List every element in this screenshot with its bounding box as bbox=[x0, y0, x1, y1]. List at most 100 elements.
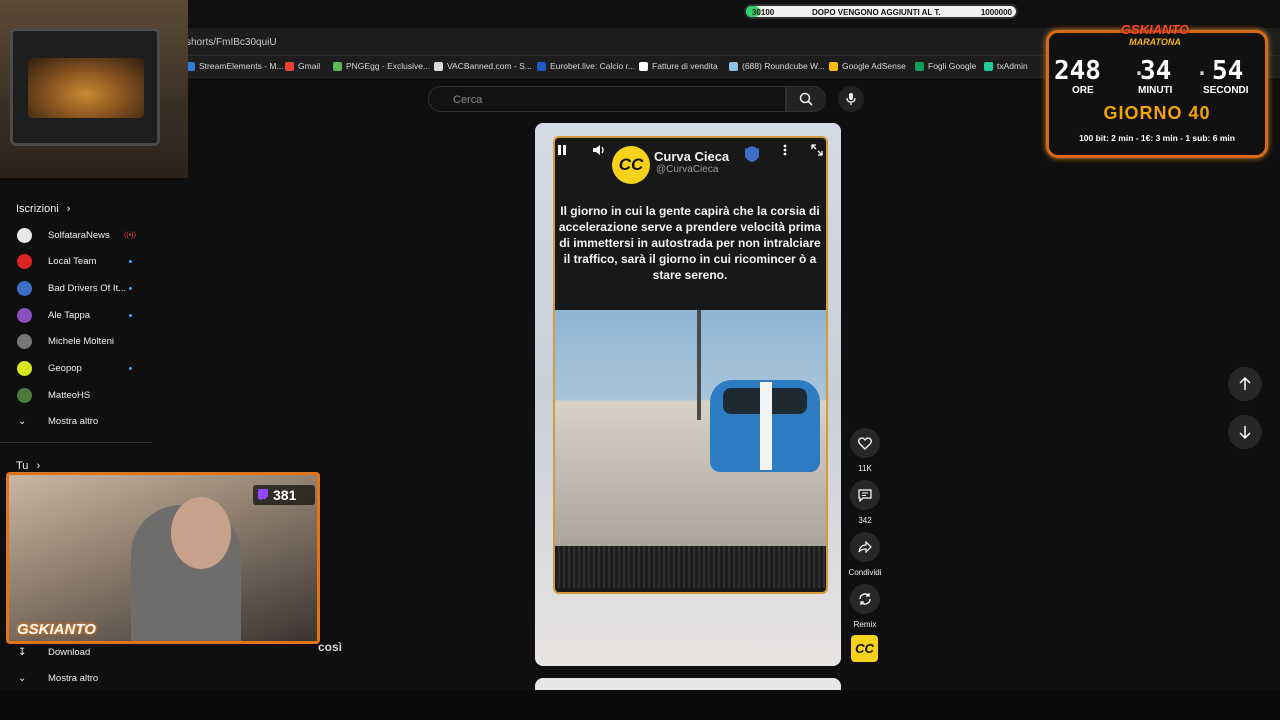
comment-icon bbox=[858, 488, 872, 502]
more-options-button[interactable] bbox=[774, 139, 796, 161]
goal-start: 30100 bbox=[752, 8, 775, 17]
bookmark-label: Fatture di vendita bbox=[652, 61, 718, 71]
viewer-count-badge: 381 bbox=[253, 485, 315, 505]
new-content-dot bbox=[129, 260, 132, 264]
volume-button[interactable] bbox=[588, 139, 610, 161]
bookmark-favicon-icon bbox=[829, 61, 838, 71]
bookmark-item[interactable]: StreamElements - M... bbox=[186, 61, 284, 71]
sidebar-item-subscription[interactable]: Local Team bbox=[0, 249, 150, 275]
expand-icon bbox=[811, 144, 823, 156]
sidebar-item-subscription[interactable]: Geopop bbox=[0, 356, 150, 382]
timer-seconds: 54 bbox=[1212, 56, 1244, 86]
remix-button[interactable] bbox=[850, 584, 880, 614]
bookmark-item[interactable]: Eurobet.live: Calcio r... bbox=[537, 61, 635, 71]
oven-window bbox=[28, 58, 144, 118]
remix-action[interactable]: Remix bbox=[849, 584, 881, 629]
bookmark-item[interactable]: (688) Roundcube W... bbox=[729, 61, 825, 71]
subscriptions-header-label: Iscrizioni bbox=[16, 203, 59, 215]
car-stripe bbox=[760, 382, 772, 470]
browser-top-bar bbox=[0, 0, 1280, 28]
channel-logo[interactable]: CC bbox=[612, 146, 650, 184]
channel-avatar-button[interactable]: CC bbox=[851, 635, 878, 662]
comment-action[interactable]: 342 bbox=[849, 480, 881, 525]
short-caption: Il giorno in cui la gente capirà che la … bbox=[558, 204, 822, 282]
voice-search-button[interactable] bbox=[838, 86, 864, 112]
channel-label: Ale Tappa bbox=[48, 309, 91, 321]
search-input[interactable]: Cerca bbox=[428, 86, 786, 112]
bookmark-item[interactable]: Gmail bbox=[285, 61, 320, 71]
verified-badge-icon bbox=[745, 146, 759, 162]
channel-label: Geopop bbox=[48, 363, 82, 374]
timer-hours-label: ORE bbox=[1072, 85, 1094, 96]
timer-hours: 248 bbox=[1054, 56, 1101, 86]
sidebar-divider bbox=[0, 442, 152, 443]
video-frame bbox=[555, 310, 826, 588]
pause-icon bbox=[558, 145, 566, 155]
bookmark-favicon-icon bbox=[434, 61, 443, 71]
share-icon bbox=[858, 541, 872, 553]
channel-label: Bad Drivers Of It... bbox=[48, 282, 127, 294]
goal-text: DOPO VENGONO AGGIUNTI AL T. bbox=[812, 8, 941, 17]
bottom-bar bbox=[0, 690, 1280, 720]
bookmark-item[interactable]: txAdmin bbox=[984, 61, 1028, 71]
sidebar-item-subscription[interactable]: Bad Drivers Of It... bbox=[0, 275, 150, 301]
pause-button[interactable] bbox=[551, 139, 573, 161]
sidebar-item-subscription[interactable]: SolfataraNews ((•)) bbox=[0, 222, 150, 248]
comment-button[interactable] bbox=[850, 480, 880, 510]
arrow-down-icon bbox=[1239, 426, 1251, 439]
sidebar-item-subscription[interactable]: Ale Tappa bbox=[0, 302, 150, 328]
bookmark-item[interactable]: Google AdSense bbox=[829, 61, 906, 71]
share-action[interactable]: Condividi bbox=[849, 532, 881, 577]
bookmark-label: VACBanned.com - S... bbox=[447, 61, 532, 71]
share-button[interactable] bbox=[850, 532, 880, 562]
timer-rates: 100 bit: 2 min - 1€: 3 min - 1 sub: 6 mi… bbox=[1079, 133, 1235, 143]
volume-icon bbox=[593, 145, 604, 155]
bookmark-favicon-icon bbox=[984, 61, 993, 71]
chevron-right-icon: › bbox=[36, 460, 41, 472]
timer-minutes: 34 bbox=[1140, 56, 1172, 86]
remix-icon bbox=[859, 593, 871, 605]
bookmark-item[interactable]: Fogli Google bbox=[915, 61, 976, 71]
like-action[interactable]: 11K bbox=[849, 428, 881, 473]
next-short-button[interactable] bbox=[1228, 415, 1262, 449]
timer-brand-name: GSKIANTO bbox=[1120, 22, 1190, 37]
bookmark-label: (688) Roundcube W... bbox=[742, 61, 825, 71]
channel-avatar bbox=[17, 361, 32, 376]
timer-day: GIORNO 40 bbox=[1103, 103, 1211, 123]
search-icon bbox=[799, 92, 813, 106]
chevron-right-icon: › bbox=[66, 203, 71, 215]
url-text[interactable]: shorts/FmIBc30quiU bbox=[186, 37, 277, 48]
chevron-down-icon: ⌄ bbox=[18, 672, 27, 684]
more-vertical-icon bbox=[783, 144, 787, 156]
microphone-icon bbox=[846, 93, 856, 105]
like-button[interactable] bbox=[850, 428, 880, 458]
new-content-dot bbox=[129, 286, 132, 290]
show-more-button-2[interactable]: ⌄ Mostra altro bbox=[0, 665, 150, 691]
you-header[interactable]: Tu › bbox=[16, 460, 40, 472]
channel-label: MatteoHS bbox=[48, 389, 91, 401]
chevron-down-icon: ⌄ bbox=[18, 415, 27, 427]
bookmark-label: Gmail bbox=[298, 61, 321, 71]
share-label: Condividi bbox=[848, 568, 882, 577]
download-icon: ↧ bbox=[18, 646, 27, 658]
subscriptions-header[interactable]: Iscrizioni › bbox=[16, 203, 70, 215]
search-button[interactable] bbox=[786, 86, 826, 112]
sidebar-item-subscription[interactable]: Michele Molteni bbox=[0, 329, 150, 355]
viewer-count: 381 bbox=[273, 487, 297, 503]
new-content-dot bbox=[129, 367, 132, 370]
bookmark-label: StreamElements - M... bbox=[199, 61, 284, 71]
bookmark-favicon-icon bbox=[285, 61, 294, 71]
bookmark-item[interactable]: VACBanned.com - S... bbox=[434, 61, 532, 71]
heart-icon bbox=[858, 436, 872, 450]
show-more-button[interactable]: ⌄ Mostra altro bbox=[0, 408, 150, 434]
fullscreen-button[interactable] bbox=[806, 139, 828, 161]
bookmark-label: Google AdSense bbox=[842, 61, 906, 71]
bookmark-label: Eurobet.live: Calcio r... bbox=[550, 61, 636, 71]
sidebar-item-subscription[interactable]: MatteoHS bbox=[0, 382, 150, 408]
new-content-dot bbox=[129, 313, 132, 317]
bookmark-item[interactable]: Fatture di vendita bbox=[639, 61, 718, 71]
previous-short-button[interactable] bbox=[1228, 367, 1262, 401]
bookmark-item[interactable]: PNGEgg - Exclusive... bbox=[333, 61, 430, 71]
car-dashboard bbox=[555, 546, 826, 588]
like-count: 11K bbox=[858, 464, 872, 473]
